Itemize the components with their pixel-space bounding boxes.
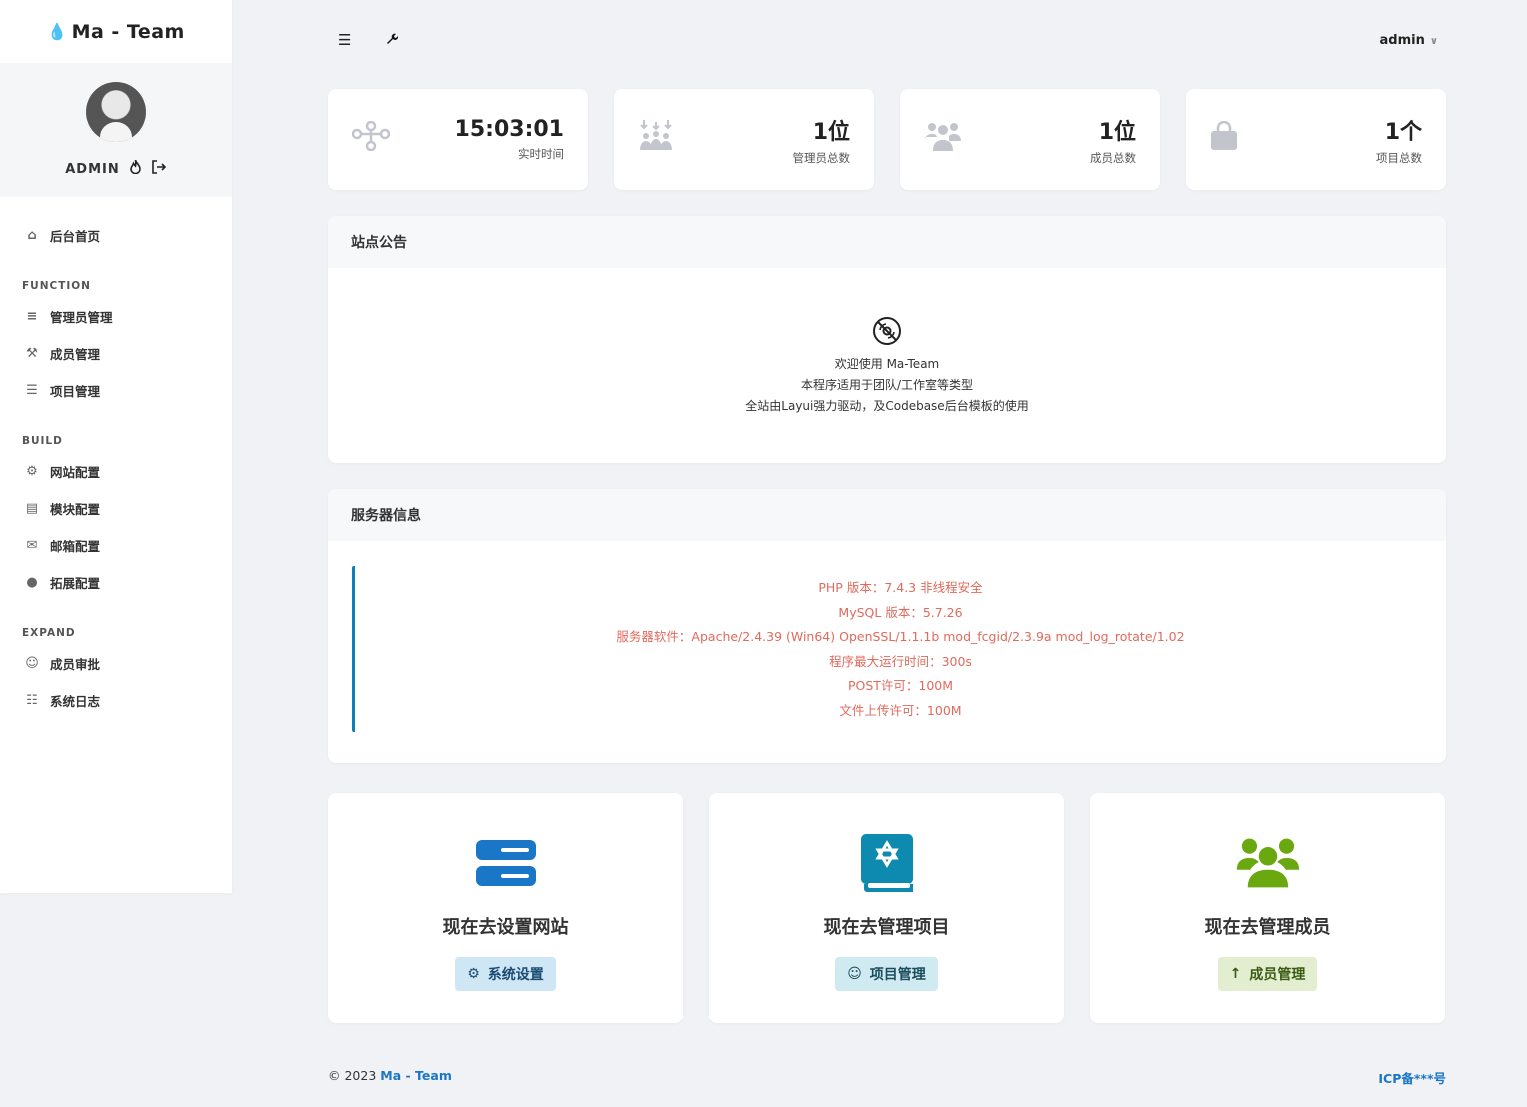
sidebar-item-member-manage[interactable]: ⚒ 成员管理 (0, 335, 232, 372)
panel-title: 服务器信息 (328, 489, 1446, 541)
stat-value: 1个 (1384, 119, 1422, 145)
stats-row: 15:03:01 实时时间 1位 管理员总数 1位 成员总数 1个 项目总数 (328, 89, 1446, 190)
wrench-icon[interactable] (385, 31, 399, 49)
stat-card-projects: 1个 项目总数 (1186, 89, 1446, 190)
brand-name: Ma - Team (71, 20, 185, 43)
stat-label: 实时时间 (518, 147, 564, 161)
section-expand: EXPAND (22, 627, 76, 639)
server-info-block: PHP 版本：7.4.3 非线程安全 MySQL 版本：5.7.26 服务器软件… (352, 566, 1446, 732)
menu-toggle-icon[interactable]: ☰ (338, 31, 351, 49)
sidebar-item-site-config[interactable]: ⚙ 网站配置 (0, 453, 232, 490)
stat-label: 管理员总数 (792, 150, 851, 165)
cogs-icon: ⚙ (26, 464, 38, 479)
align-left-icon: ≡ (26, 309, 38, 324)
stat-label: 项目总数 (1376, 150, 1422, 165)
stat-value: 15:03:01 (454, 117, 564, 142)
sidebar-item-project-manage[interactable]: ☰ 项目管理 (0, 372, 232, 409)
compact-disc-icon (328, 316, 1446, 352)
user-plus-icon: ☺ (25, 656, 39, 671)
sidebar-item-home[interactable]: ⌂ 后台首页 (0, 217, 232, 254)
section-function: FUNCTION (22, 280, 91, 292)
topbar: ☰ admin ∨ (328, 22, 1446, 58)
envelope-open-icon: ✉ (26, 538, 38, 553)
panel-title: 站点公告 (328, 216, 1446, 268)
member-manage-button[interactable]: ↑ 成员管理 (1217, 957, 1318, 991)
stat-value: 1位 (1098, 119, 1136, 145)
sitemap-icon (351, 120, 391, 158)
sidebar-nav: ⌂ 后台首页 FUNCTION ≡ 管理员管理 ⚒ 成员管理 ☰ 项目管理 BU… (0, 197, 232, 719)
copyright: © 2023 Ma - Team (328, 1068, 452, 1083)
home-icon: ⌂ (27, 228, 37, 243)
sidebar: 💧 Ma - Team ADMIN ⌂ 后台首页 FUNCTION ≡ 管理员管… (0, 0, 232, 893)
footer: © 2023 Ma - Team ICP备***号 (328, 1068, 1446, 1087)
server-info-line: POST许可：100M (847, 678, 954, 693)
avatar[interactable] (86, 82, 146, 142)
sidebar-item-mail-config[interactable]: ✉ 邮箱配置 (0, 527, 232, 564)
book-star-icon (855, 831, 919, 895)
stat-label: 成员总数 (1090, 150, 1136, 165)
user-name: ADMIN (65, 161, 120, 177)
flame-icon[interactable] (129, 159, 141, 178)
tools-icon: ⚒ (26, 346, 38, 361)
users-icon (924, 121, 962, 158)
chevron-down-icon: ∨ (1429, 35, 1438, 47)
sidebar-item-extend-config[interactable]: ● 拓展配置 (0, 564, 232, 601)
stat-value: 1位 (812, 119, 850, 145)
arrow-up-icon: ↑ (1229, 966, 1242, 982)
sidebar-item-admin-manage[interactable]: ≡ 管理员管理 (0, 298, 232, 335)
notice-line: 本程序适用于团队/工作室等类型 (800, 378, 974, 392)
stat-card-admins: 1位 管理员总数 (614, 89, 874, 190)
icp-link[interactable]: ICP备***号 (1378, 1068, 1446, 1087)
stat-card-time: 15:03:01 实时时间 (328, 89, 588, 190)
footer-brand-link[interactable]: Ma - Team (380, 1068, 452, 1083)
action-title: 现在去管理项目 (823, 917, 950, 938)
cog-icon: ⚙ (467, 966, 480, 982)
notice-line: 全站由Layui强力驱动，及Codebase后台模板的使用 (745, 399, 1029, 413)
server-info-line: 文件上传许可：100M (839, 702, 962, 718)
chart-icon: ☷ (26, 693, 38, 708)
action-cards: 现在去设置网站 ⚙ 系统设置 现在去管理项目 ☺ 项目管理 现在去管理成员 ↑ … (328, 793, 1446, 1023)
action-title: 现在去设置网站 (442, 917, 569, 938)
server-info-line: PHP 版本：7.4.3 非线程安全 (818, 580, 983, 595)
brand-logo[interactable]: 💧 Ma - Team (0, 0, 232, 63)
flame-icon: 💧 (47, 22, 68, 41)
server-info-line: 程序最大运行时间：300s (829, 653, 972, 669)
sidebar-item-member-approval[interactable]: ☺ 成员审批 (0, 645, 232, 682)
sidebar-item-module-config[interactable]: ▤ 模块配置 (0, 490, 232, 527)
bomb-icon: ● (26, 575, 38, 590)
sidebar-item-system-log[interactable]: ☷ 系统日志 (0, 682, 232, 719)
notice-panel: 站点公告 欢迎使用 Ma-Team 本程序适用于团队/工作室等类型 全站由Lay… (328, 216, 1446, 463)
project-manage-button[interactable]: ☺ 项目管理 (835, 957, 938, 991)
server-info-line: MySQL 版本：5.7.26 (838, 604, 963, 620)
logout-icon[interactable] (151, 160, 167, 178)
user-dropdown[interactable]: admin ∨ (1380, 33, 1438, 48)
user-panel: ADMIN (0, 63, 232, 197)
action-card-project: 现在去管理项目 ☺ 项目管理 (709, 793, 1064, 1023)
notice-line: 欢迎使用 Ma-Team (834, 357, 940, 371)
users-icon (1236, 831, 1300, 895)
action-title: 现在去管理成员 (1204, 917, 1331, 938)
action-card-site: 现在去设置网站 ⚙ 系统设置 (328, 793, 683, 1023)
section-build: BUILD (22, 435, 63, 447)
server-info-panel: 服务器信息 PHP 版本：7.4.3 非线程安全 MySQL 版本：5.7.26… (328, 489, 1446, 763)
action-card-member: 现在去管理成员 ↑ 成员管理 (1090, 793, 1445, 1023)
people-arrows-icon (638, 120, 674, 159)
bag-icon (1210, 120, 1238, 158)
stat-card-members: 1位 成员总数 (900, 89, 1160, 190)
layers-icon: ☰ (26, 383, 38, 398)
server-info-line: 服务器软件：Apache/2.4.39 (Win64) OpenSSL/1.1.… (616, 629, 1185, 644)
system-settings-button[interactable]: ⚙ 系统设置 (455, 957, 556, 991)
server-icon (474, 831, 538, 895)
box-icon: ▤ (25, 501, 39, 516)
users-icon: ☺ (847, 966, 862, 982)
